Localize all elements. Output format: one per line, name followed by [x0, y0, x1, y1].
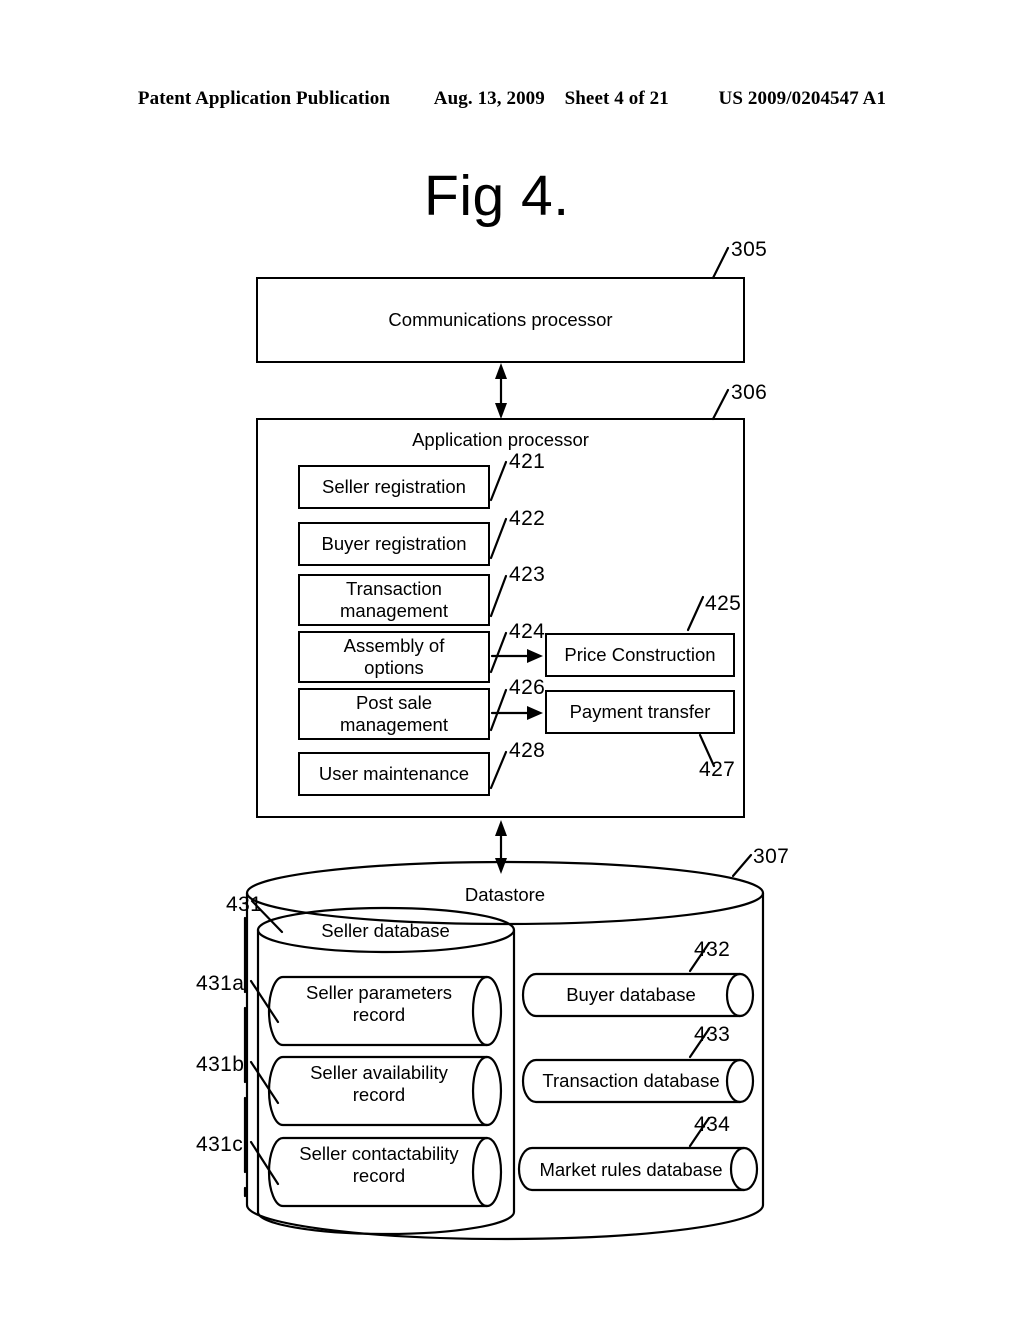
- module-label: Post sale management: [340, 692, 448, 735]
- module-post-sale-management: Post sale management: [298, 688, 490, 740]
- ref-433: 433: [694, 1023, 731, 1046]
- ref-423: 423: [509, 563, 546, 586]
- communications-processor-label: Communications processor: [388, 309, 613, 330]
- ref-432: 432: [694, 938, 731, 961]
- module-payment-transfer: Payment transfer: [545, 690, 735, 734]
- module-label: Seller registration: [322, 476, 466, 498]
- seller-contactability-record-label: Seller contactability record: [299, 1143, 459, 1187]
- ref-426: 426: [509, 676, 546, 699]
- publication-title: Patent Application Publication: [137, 88, 391, 109]
- sheet-number: Sheet 4 of 21: [564, 88, 669, 109]
- arrow-comms-to-app: [495, 363, 507, 419]
- ref-305: 305: [731, 238, 768, 261]
- ref-422: 422: [509, 507, 546, 530]
- ref-431b: 431b: [196, 1053, 245, 1076]
- ref-428: 428: [509, 739, 546, 762]
- transaction-database-label: Transaction database: [542, 1070, 720, 1091]
- ref-421: 421: [509, 450, 546, 473]
- ref-425: 425: [705, 592, 742, 615]
- leader-307: [731, 853, 753, 878]
- ref-307: 307: [753, 845, 790, 868]
- ref-424: 424: [509, 620, 546, 643]
- module-label: Transaction management: [340, 578, 448, 621]
- seller-parameters-record-label: Seller parameters record: [305, 982, 452, 1026]
- communications-processor-box: Communications processor: [256, 277, 745, 363]
- module-seller-registration: Seller registration: [298, 465, 490, 509]
- ref-431a: 431a: [196, 972, 245, 995]
- ref-427: 427: [699, 758, 736, 781]
- ref-431c: 431c: [196, 1133, 244, 1156]
- publication-header: Patent Application Publication Aug. 13, …: [0, 88, 1024, 110]
- module-price-construction: Price Construction: [545, 633, 735, 677]
- module-label: Price Construction: [564, 644, 716, 666]
- module-label: Buyer registration: [321, 533, 467, 555]
- module-label: Payment transfer: [569, 701, 711, 723]
- ref-306: 306: [731, 381, 768, 404]
- publication-date: Aug. 13, 2009: [433, 88, 545, 109]
- arrow-app-to-datastore: [495, 820, 507, 874]
- module-buyer-registration: Buyer registration: [298, 522, 490, 566]
- leader-305: [711, 246, 730, 280]
- seller-availability-record-label: Seller availability record: [310, 1062, 448, 1106]
- module-label: Assembly of options: [343, 635, 445, 678]
- seller-database-label: Seller database: [321, 920, 450, 941]
- module-label: User maintenance: [318, 763, 470, 785]
- document-number: US 2009/0204547 A1: [718, 88, 887, 109]
- datastore-label: Datastore: [464, 884, 546, 905]
- ref-431: 431: [226, 893, 263, 916]
- patent-figure-page: Patent Application Publication Aug. 13, …: [0, 0, 1024, 1320]
- leader-306: [711, 388, 730, 421]
- figure-title: Fig 4.: [424, 164, 570, 228]
- module-transaction-management: Transaction management: [298, 574, 490, 626]
- module-user-maintenance: User maintenance: [298, 752, 490, 796]
- buyer-database-label: Buyer database: [566, 984, 696, 1005]
- module-assembly-of-options: Assembly of options: [298, 631, 490, 683]
- ref-434: 434: [694, 1113, 731, 1136]
- application-processor-label: Application processor: [412, 429, 589, 450]
- market-rules-database-label: Market rules database: [539, 1159, 723, 1180]
